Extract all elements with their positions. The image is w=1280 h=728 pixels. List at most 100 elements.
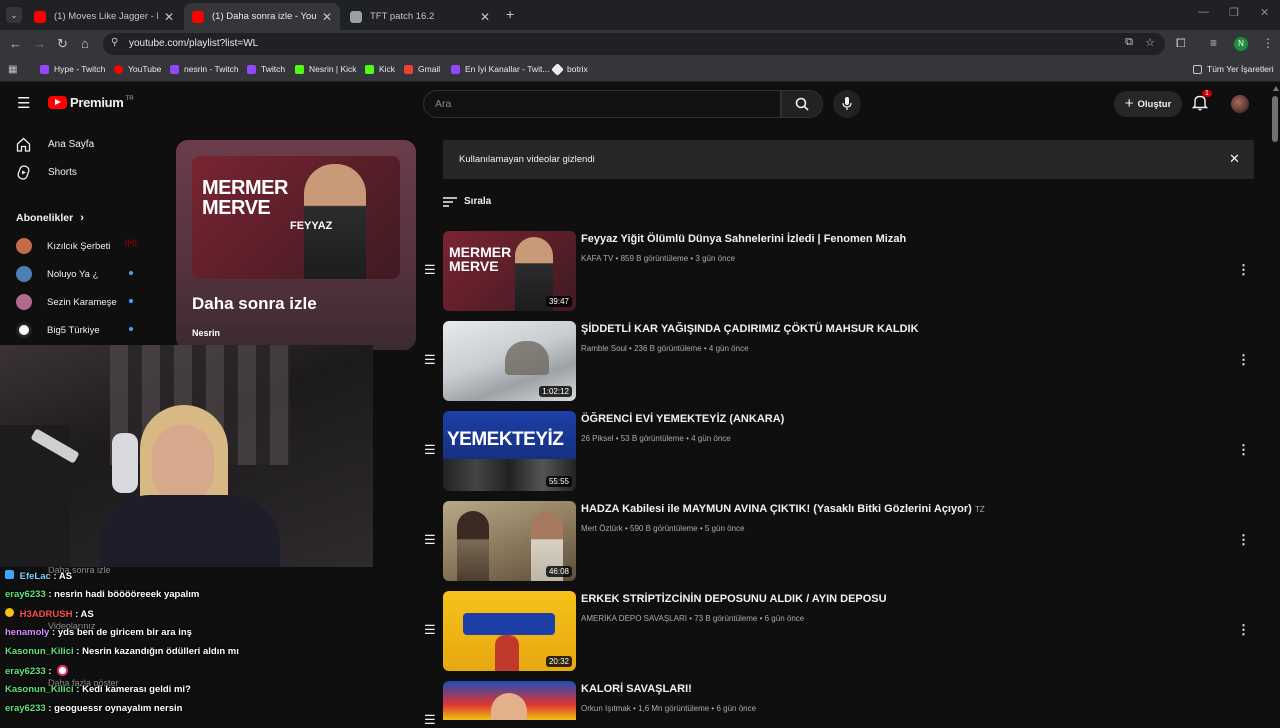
video-title[interactable]: HADZA Kabilesi ile MAYMUN AVINA ÇIKTIK! … <box>581 503 985 515</box>
chat-username[interactable]: eray6233 <box>5 666 46 677</box>
bookmark-item[interactable]: YouTube <box>114 64 161 74</box>
install-app-icon[interactable]: ⧉ <box>1125 36 1133 49</box>
site-info-icon[interactable]: ⚲ <box>111 37 118 48</box>
address-bar[interactable]: ⚲ youtube.com/playlist?list=WL ⧉ ☆ <box>103 33 1165 55</box>
bookmark-item[interactable]: En İyi Kanallar - Twit... <box>451 64 549 74</box>
tab-search-icon[interactable]: ⌄ <box>6 7 22 23</box>
video-title[interactable]: Feyyaz Yiğit Ölümlü Dünya Sahnelerini İz… <box>581 233 906 245</box>
video-thumbnail[interactable]: 1:02:12 <box>443 321 576 401</box>
all-bookmarks-folder[interactable]: Tüm Yer İşaretleri <box>1193 64 1274 74</box>
apps-grid-icon[interactable]: ▦ <box>8 64 17 75</box>
chat-username[interactable]: eray6233 <box>5 703 46 714</box>
bookmark-item[interactable]: botrix <box>551 62 588 76</box>
drag-handle-icon[interactable]: ☰ <box>424 442 436 458</box>
youtube-premium-logo[interactable]: Premium TR <box>48 95 134 110</box>
bookmark-item[interactable]: nesrin - Twitch <box>170 64 239 74</box>
video-meta: AMERİKA DEPO SAVAŞLARI • 73 B görüntülem… <box>581 614 805 623</box>
video-thumbnail[interactable] <box>443 681 576 720</box>
voice-search-button[interactable] <box>833 90 861 118</box>
chat-username[interactable]: henamoly <box>5 627 49 638</box>
chat-message: Kasonun_Kilici : Nesrin kazandığın ödüll… <box>5 646 239 657</box>
video-thumbnail[interactable]: YEMEKTEYİZ 55:55 <box>443 411 576 491</box>
microphone-icon <box>842 97 852 110</box>
maximize-icon[interactable]: ❐ <box>1229 6 1239 19</box>
profile-avatar[interactable]: N <box>1234 37 1248 51</box>
reload-icon[interactable]: ↻ <box>57 36 68 52</box>
chat-message: H3ADRUSH : AS <box>5 608 94 620</box>
close-banner-icon[interactable]: ✕ <box>1229 151 1240 167</box>
drag-handle-icon[interactable]: ☰ <box>424 622 436 638</box>
browser-tab-3[interactable]: TFT patch 16.2 ✕ <box>342 3 498 30</box>
more-actions-icon[interactable]: ⋮ <box>1237 352 1250 368</box>
reading-list-icon[interactable]: ≡ <box>1210 36 1217 50</box>
playlist-owner[interactable]: Nesrin <box>192 328 220 338</box>
minimize-icon[interactable]: — <box>1198 6 1209 18</box>
thumbnail-text: MERVE <box>202 197 271 219</box>
bookmark-item[interactable]: Twitch <box>247 64 285 74</box>
scrollbar-up-arrow[interactable] <box>1273 86 1279 91</box>
playlist-thumbnail[interactable]: MERMER MERVE FEYYAZ <box>192 156 400 279</box>
chat-username[interactable]: eray6233 <box>5 589 46 600</box>
search-button[interactable] <box>781 90 823 118</box>
video-title[interactable]: ÖĞRENCİ EVİ YEMEKTEYİZ (ANKARA) <box>581 413 784 425</box>
close-tab-icon[interactable]: ✕ <box>322 10 332 24</box>
extensions-icon[interactable]: ⧠ <box>1176 36 1186 51</box>
close-tab-icon[interactable]: ✕ <box>480 10 490 24</box>
hamburger-menu-icon[interactable]: ☰ <box>17 94 30 112</box>
video-title[interactable]: ŞİDDETLİ KAR YAĞIŞINDA ÇADIRIMIZ ÇÖKTÜ M… <box>581 323 919 335</box>
browser-tab-strip: ⌄ (1) Moves Like Jagger - Maroon ✕ (1) D… <box>0 0 1280 30</box>
sidebar-item-subscription[interactable]: Noluyo Ya ¿ <box>16 266 136 282</box>
video-thumbnail[interactable]: 46:08 <box>443 501 576 581</box>
bookmark-item[interactable]: Kick <box>365 64 395 74</box>
forward-icon[interactable]: → <box>33 36 46 51</box>
chat-username[interactable]: Kasonun_Kilici <box>5 684 74 695</box>
video-title[interactable]: KALORİ SAVAŞLARI! <box>581 683 692 695</box>
bookmark-item[interactable]: Gmail <box>404 64 440 74</box>
sidebar-item-shorts[interactable]: Shorts <box>16 165 77 180</box>
video-meta: 26 Piksel • 53 B görüntüleme • 4 gün önc… <box>581 434 731 443</box>
video-thumbnail[interactable]: MERMER MERVE 39:47 <box>443 231 576 311</box>
thumbnail-text: FEYYAZ <box>290 220 333 232</box>
chat-username[interactable]: H3ADRUSH <box>20 609 73 620</box>
sort-button[interactable]: Sırala <box>443 196 491 207</box>
chat-username[interactable]: EfeLac <box>20 571 51 582</box>
sidebar-subscriptions-header[interactable]: Abonelikler › <box>16 212 84 224</box>
sidebar-item-home[interactable]: Ana Sayfa <box>16 137 94 152</box>
sidebar-item-subscription[interactable]: Big5 Türkiye <box>16 322 136 338</box>
sidebar-item-subscription[interactable]: Sezin Karameşe <box>16 294 136 310</box>
more-actions-icon[interactable]: ⋮ <box>1237 442 1250 458</box>
close-window-icon[interactable]: ✕ <box>1260 6 1269 19</box>
chrome-menu-icon[interactable]: ⋮ <box>1262 36 1274 50</box>
bookmark-item[interactable]: Nesrin | Kick <box>295 64 357 74</box>
page-scrollbar[interactable] <box>1270 86 1280 720</box>
video-meta: Ramble Soul • 236 B görüntüleme • 4 gün … <box>581 344 749 353</box>
close-tab-icon[interactable]: ✕ <box>164 10 174 24</box>
drag-handle-icon[interactable]: ☰ <box>424 352 436 368</box>
sidebar-item-subscription[interactable]: Kızılcık Şerbeti ((•)) <box>16 238 137 254</box>
browser-tab-2[interactable]: (1) Daha sonra izle - YouTube ✕ <box>184 3 340 30</box>
new-content-dot <box>129 299 133 303</box>
scrollbar-thumb[interactable] <box>1272 96 1278 142</box>
more-actions-icon[interactable]: ⋮ <box>1237 622 1250 638</box>
back-icon[interactable]: ← <box>9 36 22 51</box>
video-title[interactable]: ERKEK STRİPTİZCİNİN DEPOSUNU ALDIK / AYI… <box>581 593 887 605</box>
video-duration: 20:32 <box>545 656 572 667</box>
browser-tab-1[interactable]: (1) Moves Like Jagger - Maroon ✕ <box>26 3 182 30</box>
twitch-icon <box>40 64 49 74</box>
chat-username[interactable]: Kasonun_Kilici <box>5 646 74 657</box>
video-thumbnail[interactable]: 20:32 <box>443 591 576 671</box>
drag-handle-icon[interactable]: ☰ <box>424 712 436 728</box>
notifications-button[interactable]: 1 <box>1191 90 1212 116</box>
create-button[interactable]: + Oluştur <box>1114 91 1182 117</box>
account-avatar[interactable] <box>1231 95 1249 113</box>
drag-handle-icon[interactable]: ☰ <box>424 532 436 548</box>
bookmark-star-icon[interactable]: ☆ <box>1145 36 1155 49</box>
home-icon[interactable]: ⌂ <box>81 36 89 51</box>
video-duration: 1:02:12 <box>539 386 572 397</box>
drag-handle-icon[interactable]: ☰ <box>424 262 436 278</box>
search-input[interactable]: Ara <box>423 90 781 118</box>
bookmark-item[interactable]: Hype - Twitch <box>40 64 105 74</box>
new-tab-icon[interactable]: + <box>506 6 514 22</box>
more-actions-icon[interactable]: ⋮ <box>1237 262 1250 278</box>
more-actions-icon[interactable]: ⋮ <box>1237 532 1250 548</box>
